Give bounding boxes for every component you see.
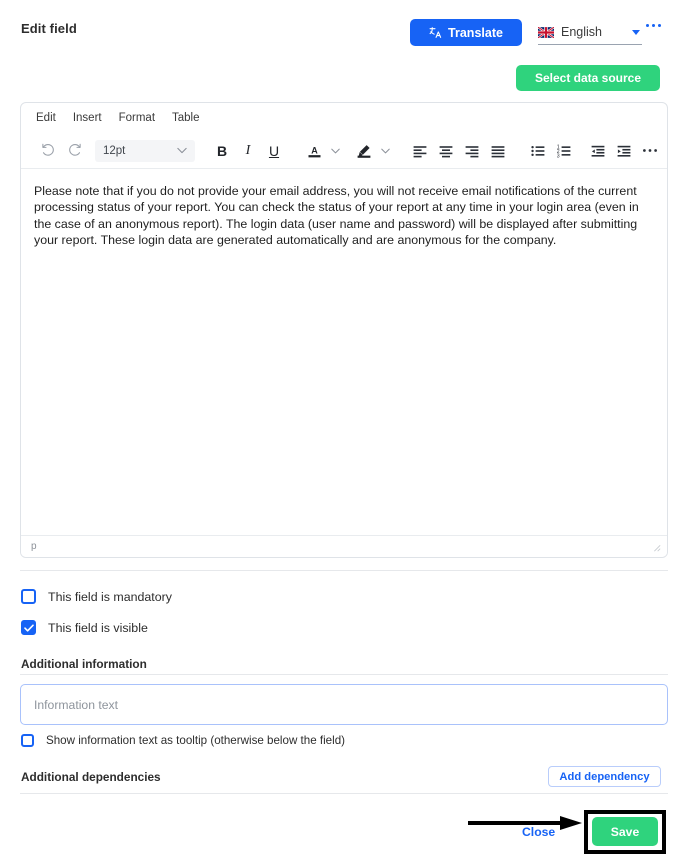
add-dependency-button[interactable]: Add dependency: [548, 766, 661, 787]
menu-edit[interactable]: Edit: [36, 112, 56, 124]
save-button[interactable]: Save: [592, 817, 658, 846]
text-color-caret-icon[interactable]: [327, 139, 343, 163]
italic-button[interactable]: I: [235, 139, 261, 163]
select-data-source-button[interactable]: Select data source: [516, 65, 660, 91]
undo-icon[interactable]: [35, 139, 61, 163]
edit-field-dialog: Edit field Translate English Select data…: [0, 0, 688, 862]
mandatory-checkbox-label: This field is mandatory: [48, 589, 172, 604]
additional-information-heading: Additional information: [21, 657, 147, 671]
numbered-list-icon[interactable]: 1 2 3: [551, 139, 577, 163]
bold-label: B: [216, 142, 228, 159]
additional-dependencies-heading: Additional dependencies: [21, 770, 161, 784]
language-selector[interactable]: English: [538, 20, 642, 45]
translate-icon: [429, 26, 442, 39]
menu-insert[interactable]: Insert: [73, 112, 102, 124]
translate-button-label: Translate: [448, 25, 503, 40]
language-label: English: [561, 25, 602, 39]
menu-format[interactable]: Format: [119, 112, 155, 124]
divider-additional-dependencies: [20, 793, 668, 794]
dot: [646, 24, 650, 28]
tooltip-checkbox-label: Show information text as tooltip (otherw…: [46, 734, 346, 747]
visible-checkbox-row[interactable]: This field is visible: [21, 620, 148, 635]
editor-content-area[interactable]: Please note that if you do not provide y…: [21, 169, 667, 524]
uk-flag-icon: [538, 26, 554, 38]
text-color-icon[interactable]: A: [301, 139, 327, 163]
redo-icon[interactable]: [61, 139, 87, 163]
increase-indent-icon[interactable]: [611, 139, 637, 163]
svg-text:3: 3: [557, 153, 560, 159]
more-horizontal-icon[interactable]: [646, 24, 662, 28]
check-icon: [23, 623, 34, 632]
element-path: p: [31, 541, 37, 552]
italic-label: I: [245, 142, 251, 158]
highlight-color-caret-icon[interactable]: [377, 139, 393, 163]
tooltip-checkbox-row[interactable]: Show information text as tooltip (otherw…: [21, 734, 345, 747]
svg-text:A: A: [311, 145, 318, 155]
mandatory-checkbox[interactable]: [21, 589, 36, 604]
dialog-header: Edit field Translate English: [0, 0, 688, 56]
align-center-icon[interactable]: [433, 139, 459, 163]
visible-checkbox-label: This field is visible: [48, 620, 148, 635]
bold-button[interactable]: B: [209, 139, 235, 163]
toolbar-more-icon[interactable]: [637, 139, 663, 163]
editor-toolbar: 12pt B I U A 1 2 3: [21, 133, 667, 169]
editor-paragraph: Please note that if you do not provide y…: [34, 184, 639, 248]
highlight-color-icon[interactable]: [351, 139, 377, 163]
editor-statusbar: p: [21, 535, 667, 557]
menu-table[interactable]: Table: [172, 112, 200, 124]
chevron-down-icon: [177, 147, 187, 154]
translate-button[interactable]: Translate: [410, 19, 522, 46]
chevron-down-icon: [632, 29, 640, 35]
align-right-icon[interactable]: [459, 139, 485, 163]
visible-checkbox[interactable]: [21, 620, 36, 635]
align-left-icon[interactable]: [407, 139, 433, 163]
information-text-input[interactable]: [20, 684, 668, 725]
underline-button[interactable]: U: [261, 139, 287, 163]
tooltip-checkbox[interactable]: [21, 734, 34, 747]
dot: [657, 24, 662, 28]
divider-additional-information: [20, 674, 668, 675]
page-title: Edit field: [21, 21, 77, 36]
font-size-select[interactable]: 12pt: [95, 139, 195, 162]
close-button[interactable]: Close: [522, 825, 555, 839]
dot: [651, 24, 656, 28]
editor-menubar: Edit Insert Format Table: [21, 103, 667, 133]
align-justify-icon[interactable]: [485, 139, 511, 163]
underline-label: U: [268, 142, 280, 159]
font-size-value: 12pt: [103, 144, 126, 157]
decrease-indent-icon[interactable]: [585, 139, 611, 163]
rich-text-editor: Edit Insert Format Table 12pt B I U A 1 …: [20, 102, 668, 558]
mandatory-checkbox-row[interactable]: This field is mandatory: [21, 589, 172, 604]
resize-handle-icon[interactable]: [651, 542, 661, 552]
bullet-list-icon[interactable]: [525, 139, 551, 163]
divider-options: [20, 570, 668, 571]
